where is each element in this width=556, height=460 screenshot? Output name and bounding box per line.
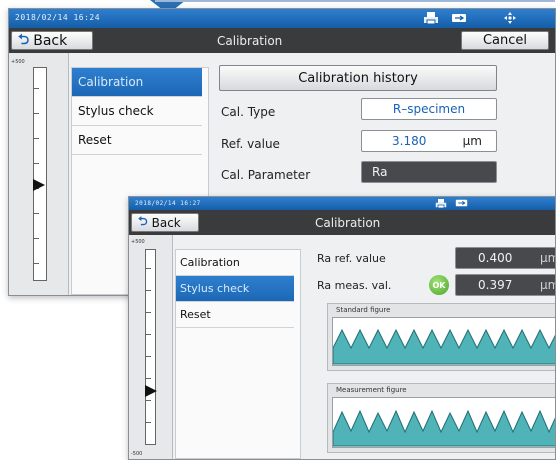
calibration-history-button[interactable]: Calibration history	[219, 65, 497, 91]
gauge-top-label: +500	[131, 239, 145, 245]
cal-type-field[interactable]: R–specimen	[361, 98, 497, 120]
cal-type-value: R–specimen	[392, 102, 466, 116]
stylus-position-gauge: +500 -500	[129, 235, 173, 459]
printer-icon	[435, 199, 447, 209]
back-label: Back	[151, 215, 181, 230]
menu-item-stylus-check[interactable]: Stylus check	[72, 97, 202, 126]
menu-item-calibration[interactable]: Calibration	[176, 250, 294, 276]
ra-meas-val-field: 0.397 µm	[455, 274, 555, 296]
gauge-pointer-icon	[145, 385, 157, 397]
side-menu: Calibration Stylus check Reset	[175, 249, 301, 459]
title-bar: ⮌ Back Calibration Cancel	[9, 28, 555, 53]
ref-value-number: 3.180	[392, 134, 427, 148]
back-arrow-icon: ⮌	[18, 31, 30, 48]
standard-figure-panel: Standard figure	[327, 303, 555, 371]
measurement-figure-plot	[332, 397, 555, 448]
ra-meas-val-unit: µm	[540, 278, 555, 292]
gauge-pointer-icon	[33, 179, 45, 191]
ok-status-badge: OK	[429, 275, 449, 295]
ra-meas-val-label: Ra meas. val.	[317, 279, 392, 292]
stylus-position-gauge: +500	[9, 53, 69, 295]
move-icon	[504, 12, 516, 24]
menu-item-stylus-check[interactable]: Stylus check	[176, 276, 294, 302]
screen-title: Calibration	[217, 34, 283, 48]
printer-icon	[424, 12, 438, 25]
standard-figure-plot	[332, 317, 555, 366]
ref-value-label: Ref. value	[221, 137, 280, 151]
stylus-check-screen-front: 2018/02/14 16:27 ⮌ Back Calibration +500…	[128, 196, 556, 460]
back-arrow-icon: ⮌	[138, 214, 148, 228]
callout-line	[155, 0, 555, 2]
back-button[interactable]: ⮌ Back	[11, 31, 93, 50]
ref-value-row: Ref. value	[221, 137, 280, 151]
datetime-display: 2018/02/14 16:24	[15, 13, 101, 22]
ref-value-unit: µm	[462, 134, 482, 148]
ra-ref-value-label: Ra ref. value	[317, 252, 386, 265]
cal-parameter-value: Ra	[372, 165, 388, 179]
title-bar: ⮌ Back Calibration	[129, 210, 555, 235]
gauge-top-label: +500	[11, 59, 25, 65]
datetime-display: 2018/02/14 16:27	[135, 200, 201, 207]
menu-item-calibration[interactable]: Calibration	[72, 68, 202, 97]
cal-parameter-field[interactable]: Ra	[361, 161, 497, 183]
standard-figure-caption: Standard figure	[336, 306, 391, 314]
menu-item-reset[interactable]: Reset	[176, 302, 294, 328]
status-bar: 2018/02/14 16:27	[129, 197, 555, 210]
gauge-bottom-label: -500	[131, 451, 143, 457]
ra-ref-value-row: Ra ref. value	[317, 252, 386, 265]
measurement-figure-caption: Measurement figure	[336, 386, 407, 394]
ra-ref-value-unit: µm	[540, 251, 555, 265]
cal-parameter-row: Cal. Parameter	[221, 168, 310, 182]
usb-icon	[455, 199, 468, 207]
gauge-scale	[145, 249, 156, 445]
usb-icon	[452, 14, 466, 22]
measurement-figure-panel: Measurement figure	[327, 383, 555, 453]
cancel-button[interactable]: Cancel	[461, 31, 549, 50]
menu-item-reset[interactable]: Reset	[72, 126, 202, 155]
ra-ref-value-field: 0.400 µm	[455, 247, 555, 269]
measurement-waveform	[332, 409, 555, 447]
gauge-scale	[33, 67, 47, 281]
ra-meas-val-row: Ra meas. val.	[317, 279, 391, 292]
back-button[interactable]: ⮌ Back	[131, 213, 199, 232]
cal-type-label: Cal. Type	[221, 105, 276, 119]
ra-meas-val-number: 0.397	[478, 278, 513, 292]
ra-ref-value-number: 0.400	[478, 251, 513, 265]
cal-parameter-label: Cal. Parameter	[221, 168, 311, 182]
status-bar: 2018/02/14 16:24	[9, 9, 555, 28]
standard-waveform	[332, 328, 555, 365]
cal-type-row: Cal. Type	[221, 105, 275, 119]
screen-title: Calibration	[315, 216, 381, 230]
ref-value-field[interactable]: 3.180 µm	[361, 130, 497, 152]
back-label: Back	[33, 32, 68, 49]
